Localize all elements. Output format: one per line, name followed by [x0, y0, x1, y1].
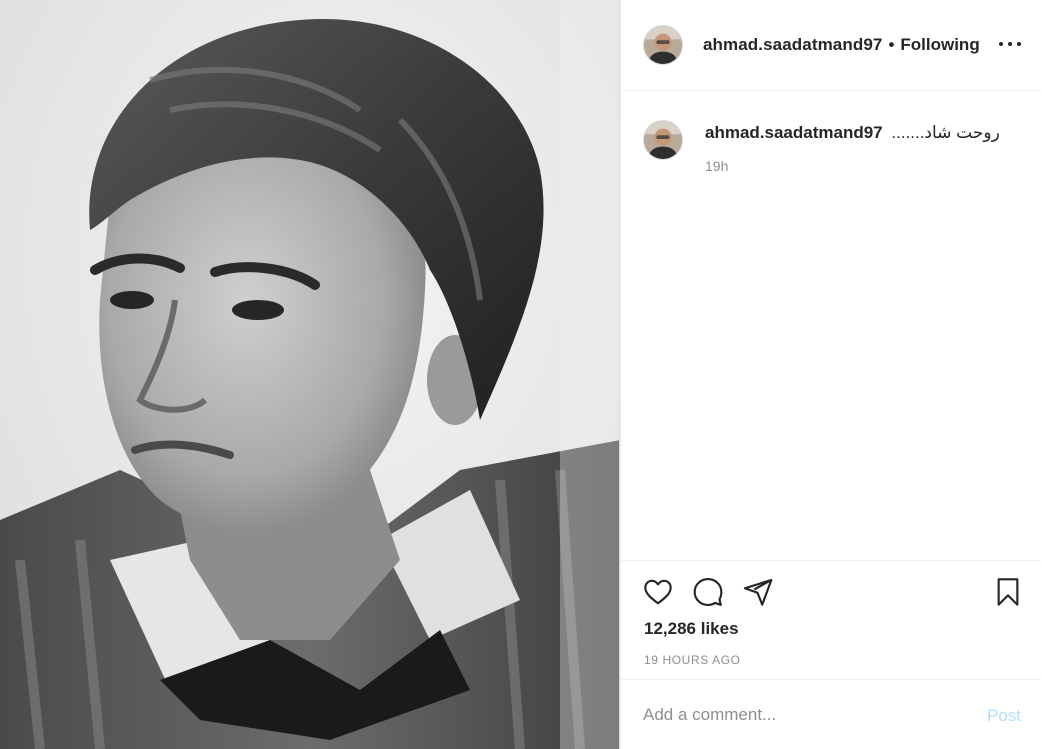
- bookmark-icon[interactable]: [991, 575, 1025, 609]
- post-comment-button[interactable]: Post: [987, 706, 1021, 726]
- caption-text: روحت شاد.......: [891, 123, 1000, 142]
- likes-count-link[interactable]: 12,286 likes: [644, 619, 739, 639]
- comment-input[interactable]: [643, 704, 963, 725]
- caption-username-link[interactable]: ahmad.saadatmand97: [705, 123, 883, 142]
- actions-section: 12,286 likes 19 HOURS AGO: [621, 560, 1041, 679]
- post-photo[interactable]: [0, 0, 620, 749]
- comment-bar: Post: [621, 679, 1041, 749]
- avatar-image: [644, 121, 682, 159]
- comments-section: ahmad.saadatmand97 روحت شاد....... 19h: [621, 92, 1041, 560]
- post-timestamp[interactable]: 19 HOURS AGO: [644, 653, 741, 667]
- post-header: ahmad.saadatmand97 • Following: [621, 0, 1041, 91]
- caption-body: ahmad.saadatmand97 روحت شاد....... 19h: [705, 120, 1000, 174]
- caption-timestamp[interactable]: 19h: [705, 158, 1000, 174]
- more-dot: [999, 42, 1003, 46]
- more-dot: [1008, 42, 1012, 46]
- author-username-link[interactable]: ahmad.saadatmand97: [703, 35, 882, 55]
- post-caption: ahmad.saadatmand97 روحت شاد....... 19h: [643, 120, 1023, 174]
- author-avatar[interactable]: [643, 25, 683, 65]
- comment-bubble-icon[interactable]: [691, 575, 725, 609]
- post-sidebar: ahmad.saadatmand97 • Following ahmad.saa…: [620, 0, 1042, 749]
- avatar-image: [644, 26, 682, 64]
- post-viewer: ahmad.saadatmand97 • Following ahmad.saa…: [0, 0, 1042, 749]
- action-row: [641, 575, 1025, 609]
- caption-author-avatar[interactable]: [643, 120, 683, 160]
- heart-icon[interactable]: [641, 575, 675, 609]
- more-options-icon[interactable]: [999, 34, 1021, 54]
- following-button[interactable]: Following: [900, 35, 979, 55]
- more-dot: [1017, 42, 1021, 46]
- paper-plane-icon[interactable]: [741, 575, 775, 609]
- header-separator: •: [888, 35, 895, 54]
- portrait-image: [0, 0, 619, 749]
- caption-line: ahmad.saadatmand97 روحت شاد.......: [705, 122, 1000, 144]
